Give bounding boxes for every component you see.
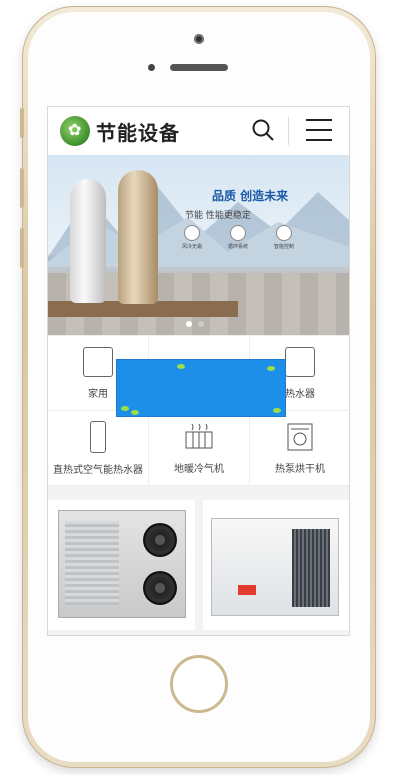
earpiece-speaker: [170, 64, 228, 71]
product-card[interactable]: [202, 500, 349, 630]
fan-icon: [143, 523, 177, 557]
feature-item: 风冷无霜: [174, 225, 210, 250]
dryer-icon: [287, 423, 313, 450]
product-list: [48, 486, 349, 630]
radiator-icon: [185, 423, 213, 448]
front-camera: [194, 34, 204, 44]
feature-item: 循环系统: [220, 225, 256, 250]
category-label: 地暖冷气机: [174, 463, 224, 475]
cycle-icon: [230, 225, 246, 241]
logo-icon[interactable]: ✿: [60, 116, 90, 146]
product-card[interactable]: [48, 500, 195, 630]
gold-water-tank: [118, 170, 158, 304]
home-button[interactable]: [170, 655, 228, 713]
feature-label: 循环系统: [227, 244, 248, 250]
phone-screen: ✿ 节能设备 品质 创造未来 节能 性能更稳定 风冷无霜 循环系统 智能控制 家…: [47, 106, 350, 636]
category-item[interactable]: 地暖冷气机: [149, 411, 250, 486]
feature-item: 智能控制: [266, 225, 302, 250]
header-divider: [288, 117, 289, 145]
sensor: [148, 64, 155, 71]
search-icon[interactable]: [251, 118, 275, 142]
control-icon: [276, 225, 292, 241]
carousel-dots: [186, 321, 204, 327]
tank-icon: [90, 420, 106, 453]
category-label: 直热式空气能热水器: [53, 464, 143, 476]
category-label: 家用: [88, 388, 108, 400]
volume-down-button: [20, 228, 24, 268]
banner-subtitle: 节能 性能更稳定: [185, 211, 251, 221]
site-header: ✿ 节能设备: [48, 107, 349, 155]
leaf-decoration: [273, 408, 281, 413]
product-image-dryer: [58, 510, 186, 618]
leaf-decoration: [121, 406, 129, 411]
menu-icon[interactable]: [306, 119, 332, 141]
snowflake-icon: [184, 225, 200, 241]
category-grid: 家用 热水器 直热式空气能热水器 地暖冷气机 热泵烘干机: [48, 335, 349, 486]
leaf-decoration: [177, 364, 185, 369]
brand-name[interactable]: 节能设备: [96, 117, 180, 146]
banner-slogan: 品质 创造未来: [212, 189, 289, 203]
fan-icon: [143, 571, 177, 605]
volume-up-button: [20, 168, 24, 208]
feature-label: 风冷无霜: [181, 244, 202, 250]
feature-label: 智能控制: [273, 244, 294, 250]
category-label: 热泵烘干机: [275, 463, 325, 475]
carousel-dot[interactable]: [198, 321, 204, 327]
water-heater-icon: [285, 346, 315, 377]
leaf-decoration: [131, 410, 139, 415]
category-item[interactable]: 热泵烘干机: [250, 411, 349, 486]
heater-icon: [83, 346, 113, 377]
leaf-decoration: [267, 366, 275, 371]
carousel-dot-active[interactable]: [186, 321, 192, 327]
mute-switch: [20, 108, 24, 138]
category-label: 热水器: [285, 388, 315, 400]
category-item[interactable]: 直热式空气能热水器: [48, 411, 149, 486]
popup-overlay[interactable]: [117, 360, 285, 416]
product-image-heat-pump: [210, 518, 339, 616]
hero-banner[interactable]: 品质 创造未来 节能 性能更稳定 风冷无霜 循环系统 智能控制: [48, 155, 349, 335]
silver-water-tank: [70, 179, 106, 303]
